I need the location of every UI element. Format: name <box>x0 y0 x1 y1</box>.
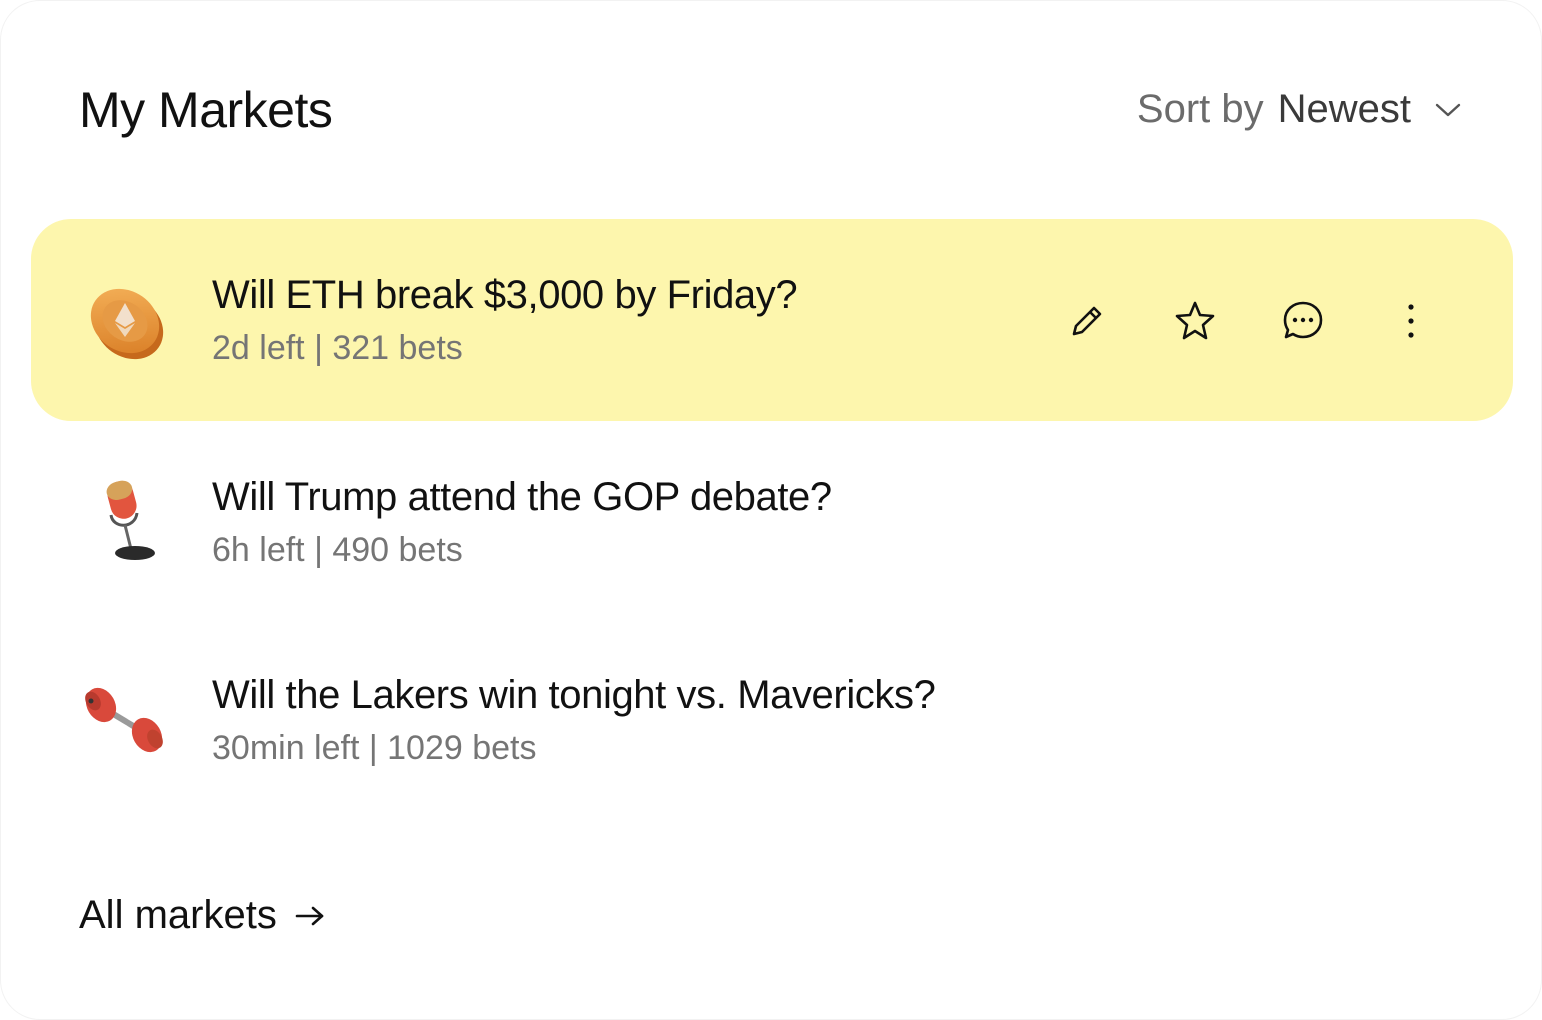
arrow-right-icon <box>295 906 324 925</box>
market-row-lakers[interactable]: Will the Lakers win tonight vs. Maverick… <box>31 619 1513 821</box>
all-markets-label: All markets <box>79 893 277 937</box>
sort-value-label: Newest <box>1277 87 1411 131</box>
chevron-down-icon <box>1435 103 1461 116</box>
market-meta: 6h left | 490 bets <box>212 531 463 569</box>
markets-card: My Markets Sort by Newest Will ETH break… <box>0 0 1542 1020</box>
more-icon <box>1408 304 1414 338</box>
all-markets-link[interactable]: All markets <box>79 893 325 938</box>
dumbbell-icon <box>85 687 163 753</box>
market-question: Will Trump attend the GOP debate? <box>212 475 832 519</box>
market-meta: 30min left | 1029 bets <box>212 729 537 767</box>
market-question: Will the Lakers win tonight vs. Maverick… <box>212 673 936 717</box>
microphone-icon <box>106 480 155 560</box>
star-button[interactable] <box>1173 299 1217 343</box>
more-button[interactable] <box>1389 299 1433 343</box>
row-actions <box>1065 299 1433 343</box>
market-meta: 2d left | 321 bets <box>212 329 463 367</box>
market-question: Will ETH break $3,000 by Friday? <box>212 273 798 317</box>
market-row-eth[interactable]: Will ETH break $3,000 by Friday? 2d left… <box>31 219 1513 421</box>
market-row-trump[interactable]: Will Trump attend the GOP debate? 6h lef… <box>31 421 1513 623</box>
star-icon <box>1175 301 1215 340</box>
comment-icon <box>1283 301 1323 339</box>
eth-coin-icon <box>90 288 164 360</box>
edit-button[interactable] <box>1065 299 1109 343</box>
comment-button[interactable] <box>1281 299 1325 343</box>
sort-prefix-label: Sort by <box>1136 87 1264 131</box>
sort-dropdown[interactable]: Sort by Newest <box>1137 87 1461 132</box>
edit-icon <box>1072 306 1102 336</box>
page-title: My Markets <box>79 82 333 138</box>
